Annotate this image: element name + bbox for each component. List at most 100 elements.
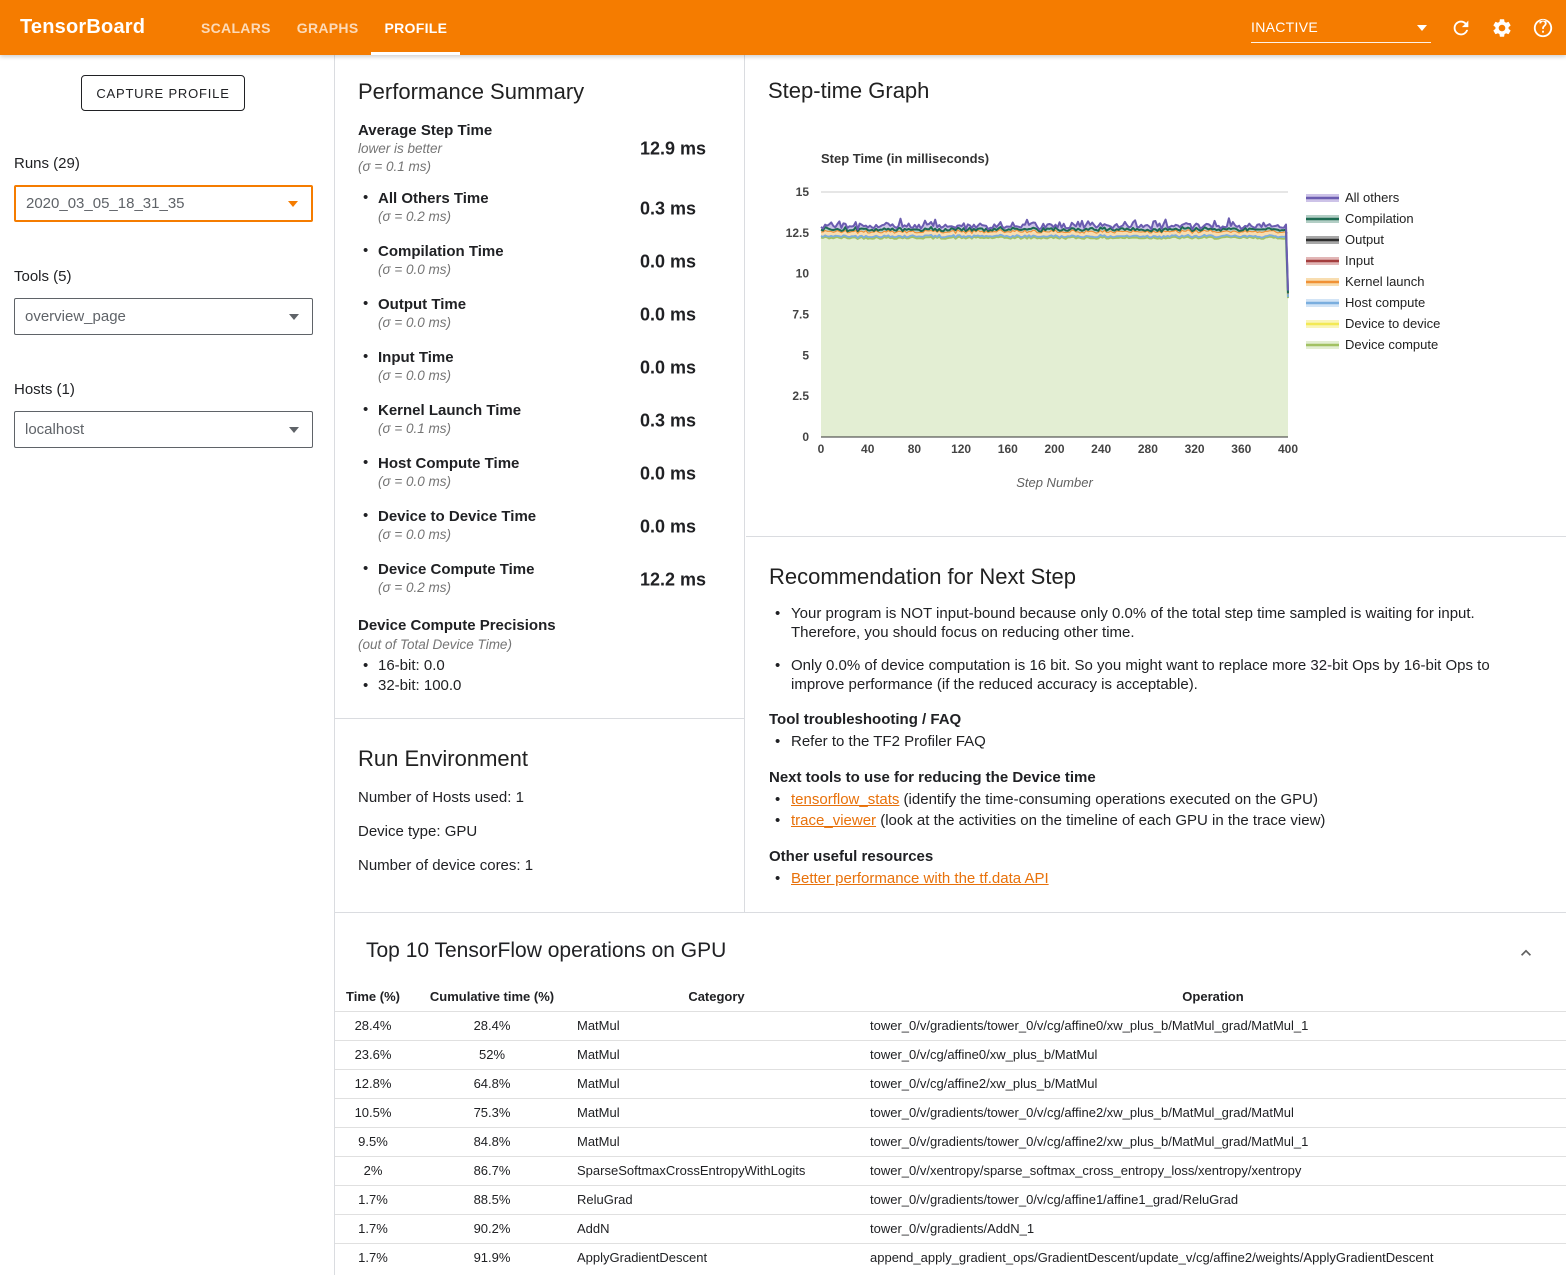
category-cell: MatMul	[573, 1040, 860, 1069]
category-cell: MatMul	[573, 1098, 860, 1127]
category-cell: SparseSoftmaxCrossEntropyWithLogits	[573, 1156, 860, 1185]
metric-sigma: (σ = 0.0 ms)	[378, 473, 628, 491]
cumulative-cell: 28.4%	[411, 1011, 573, 1040]
metric-list: • All Others Time (σ = 0.2 ms) 0.3 ms •Compi…	[358, 189, 744, 600]
metric-row: •Compilation Time(σ = 0.0 ms)0.0 ms	[358, 242, 744, 282]
tools-select[interactable]: overview_page	[14, 298, 313, 335]
gear-icon[interactable]	[1491, 17, 1513, 39]
metric-sigma: (σ = 0.0 ms)	[378, 261, 628, 279]
svg-text:2.5: 2.5	[792, 389, 809, 403]
operation-cell: tower_0/v/cg/affine0/xw_plus_b/MatMul	[860, 1040, 1566, 1069]
runs-label: Runs (29)	[14, 155, 334, 172]
operation-cell: tower_0/v/cg/affine2/xw_plus_b/MatMul	[860, 1069, 1566, 1098]
tab-profile[interactable]: PROFILE	[371, 0, 460, 55]
svg-text:Compilation: Compilation	[1345, 211, 1414, 226]
link[interactable]: Better performance with the tf.data API	[791, 870, 1049, 887]
metric-label: Output Time	[378, 295, 628, 314]
metric-value: 12.2 ms	[640, 570, 706, 591]
table-row: 1.7%88.5%ReluGradtower_0/v/gradients/tow…	[335, 1185, 1566, 1214]
reload-icon[interactable]	[1450, 17, 1472, 39]
precisions-list: 16-bit: 0.032-bit: 100.0	[358, 656, 744, 696]
svg-text:40: 40	[861, 442, 875, 456]
col-category: Category	[573, 983, 860, 1011]
recommendation-section: Other useful resourcesBetter performance…	[769, 847, 1536, 889]
metric-label: Device Compute Time	[378, 560, 628, 579]
category-cell: MatMul	[573, 1011, 860, 1040]
table-row: 28.4%28.4%MatMultower_0/v/gradients/towe…	[335, 1011, 1566, 1040]
step-time-chart[interactable]: Step Time (in milliseconds)02.557.51012.…	[746, 135, 1566, 505]
operation-cell: tower_0/v/gradients/tower_0/v/cg/affine2…	[860, 1098, 1566, 1127]
bullet-dot: •	[363, 295, 368, 312]
help-icon[interactable]	[1532, 17, 1554, 39]
metric-label: All Others Time	[378, 189, 628, 208]
metric-sigma: (σ = 0.2 ms)	[378, 579, 628, 597]
tools-label: Tools (5)	[14, 268, 334, 285]
status-select[interactable]: INACTIVE	[1251, 13, 1431, 43]
section-heading: Tool troubleshooting / FAQ	[769, 710, 1536, 729]
average-step-time-row: Average Step Time lower is better (σ = 0…	[358, 121, 744, 176]
table-row: 23.6%52%MatMultower_0/v/cg/affine0/xw_pl…	[335, 1040, 1566, 1069]
status-select-value: INACTIVE	[1251, 19, 1318, 35]
metric-row: •Device to Device Time(σ = 0.0 ms)0.0 ms	[358, 507, 744, 547]
metric-label: Host Compute Time	[378, 454, 628, 473]
svg-text:120: 120	[951, 442, 971, 456]
run-environment-title: Run Environment	[358, 746, 744, 772]
col-time: Time (%)	[335, 983, 411, 1011]
chevron-up-icon[interactable]	[1516, 943, 1536, 963]
header-controls: INACTIVE	[1251, 0, 1554, 55]
metric-row: •Input Time(σ = 0.0 ms)0.0 ms	[358, 348, 744, 388]
operation-cell: tower_0/v/gradients/tower_0/v/cg/affine1…	[860, 1185, 1566, 1214]
section-item: Refer to the TF2 Profiler FAQ	[769, 731, 1536, 752]
svg-text:0: 0	[818, 442, 825, 456]
step-time-graph-card: Step-time Graph Step Time (in millisecon…	[746, 55, 1566, 537]
metric-row: •Device Compute Time(σ = 0.2 ms)12.2 ms	[358, 560, 744, 600]
chevron-down-icon	[1417, 25, 1427, 31]
precision-item: 32-bit: 100.0	[358, 676, 744, 696]
section-heading: Next tools to use for reducing the Devic…	[769, 768, 1536, 787]
metric-value: 0.0 ms	[640, 358, 696, 379]
legend-item: Compilation	[1306, 211, 1414, 226]
tab-scalars[interactable]: SCALARS	[188, 0, 284, 55]
bullet-dot: •	[363, 189, 368, 206]
legend-item: Device compute	[1306, 337, 1438, 352]
time-cell: 23.6%	[335, 1040, 411, 1069]
app-header: TensorBoard SCALARS GRAPHS PROFILE INACT…	[0, 0, 1566, 55]
time-cell: 1.7%	[335, 1243, 411, 1272]
col-operation: Operation	[860, 983, 1566, 1011]
recommendation-section: Next tools to use for reducing the Devic…	[769, 768, 1536, 831]
bullet-dot: •	[363, 454, 368, 471]
metric-sigma: (σ = 0.0 ms)	[378, 367, 628, 385]
operation-cell: tower_0/v/gradients/tower_0/v/cg/affine0…	[860, 1011, 1566, 1040]
legend-item: Output	[1306, 232, 1384, 247]
runs-select[interactable]: 2020_03_05_18_31_35	[14, 185, 313, 222]
time-cell: 1.7%	[335, 1214, 411, 1243]
link[interactable]: tensorflow_stats	[791, 791, 899, 808]
run-env-line: Number of Hosts used: 1	[358, 789, 744, 806]
table-row: 1.7%91.9%ApplyGradientDescentappend_appl…	[335, 1243, 1566, 1272]
link[interactable]: trace_viewer	[791, 812, 876, 829]
operation-cell: append_apply_gradient_ops/GradientDescen…	[860, 1243, 1566, 1272]
metric-value: 0.3 ms	[640, 199, 696, 220]
metric-label: Average Step Time	[358, 121, 608, 140]
hosts-select-value: localhost	[25, 421, 84, 438]
metric-row: •All Others Time(σ = 0.2 ms)0.3 ms	[358, 189, 744, 229]
bullet-dot: •	[363, 401, 368, 418]
operation-cell: tower_0/v/gradients/AddN_1	[860, 1214, 1566, 1243]
recommendation-bullet: Your program is NOT input-bound because …	[769, 604, 1536, 642]
legend-item: All others	[1306, 190, 1400, 205]
legend-item: Input	[1306, 253, 1374, 268]
recommendation-card: Recommendation for Next Step Your progra…	[746, 537, 1566, 889]
cumulative-cell: 84.8%	[411, 1127, 573, 1156]
svg-text:280: 280	[1138, 442, 1158, 456]
legend-item: Host compute	[1306, 295, 1425, 310]
bullet-dot: •	[363, 242, 368, 259]
hosts-select[interactable]: localhost	[14, 411, 313, 448]
precisions-title: Device Compute Precisions	[358, 616, 744, 636]
tab-graphs[interactable]: GRAPHS	[284, 0, 372, 55]
step-time-graph-title: Step-time Graph	[768, 78, 929, 104]
cumulative-cell: 52%	[411, 1040, 573, 1069]
recommendation-section: Tool troubleshooting / FAQ Refer to the T…	[769, 710, 1536, 752]
capture-profile-button[interactable]: CAPTURE PROFILE	[81, 75, 245, 111]
metric-label: Input Time	[378, 348, 628, 367]
svg-text:Host compute: Host compute	[1345, 295, 1425, 310]
